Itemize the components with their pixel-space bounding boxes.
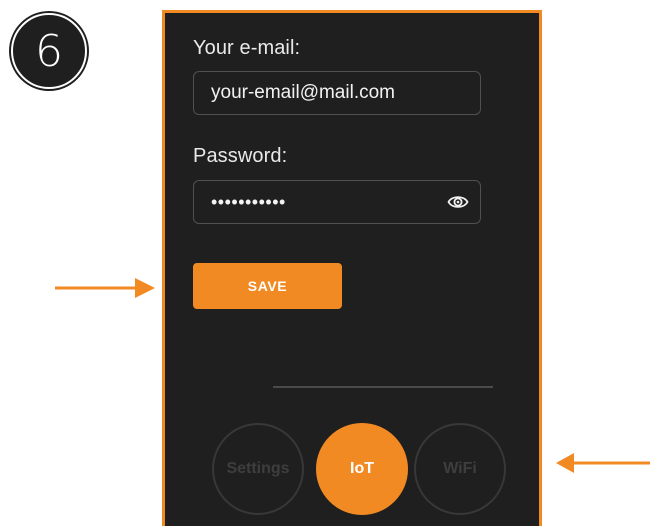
eye-icon[interactable]	[447, 192, 469, 212]
password-value: •••••••••••	[211, 191, 286, 212]
nav-wifi-button[interactable]: WiFi	[414, 423, 506, 515]
save-button[interactable]: SAVE	[193, 263, 342, 309]
arrow-left-icon	[556, 453, 650, 473]
divider	[273, 386, 493, 388]
phone-screen: Your e-mail: your-email@mail.com Passwor…	[162, 10, 542, 526]
email-field[interactable]: your-email@mail.com	[193, 71, 481, 115]
password-label: Password:	[193, 145, 288, 167]
password-field[interactable]: •••••••••••	[193, 180, 481, 224]
step-number-badge: 6	[11, 13, 87, 89]
email-label: Your e-mail:	[193, 37, 301, 59]
arrow-right-icon	[55, 278, 155, 298]
tutorial-canvas: 6 Your e-mail: your-email@mail.com Passw…	[0, 0, 650, 526]
nav-settings-button[interactable]: Settings	[212, 423, 304, 515]
nav-iot-button[interactable]: IoT	[316, 423, 408, 515]
